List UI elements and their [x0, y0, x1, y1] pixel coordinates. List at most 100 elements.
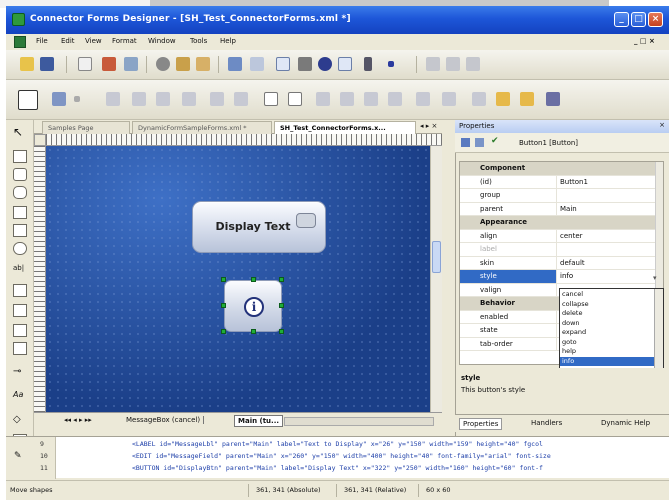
order-back-icon[interactable] — [442, 92, 456, 106]
page-tab-messagebox[interactable]: MessageBox (cancel) — [126, 416, 205, 424]
same-width-icon[interactable] — [264, 92, 278, 106]
tab-dynamic-forms[interactable]: DynamicFormSampleForms.xml * — [132, 121, 272, 134]
category-component[interactable]: Component — [460, 162, 663, 176]
page-tab-main[interactable]: Main (tu... — [234, 415, 284, 427]
menu-file[interactable]: File — [36, 37, 48, 45]
text-tool-icon[interactable]: Aa — [13, 390, 27, 403]
tab-dynamic-help[interactable]: Dynamic Help — [601, 419, 650, 427]
align-bottom-icon[interactable] — [234, 92, 248, 106]
image-tool-icon[interactable] — [13, 342, 27, 355]
object-selector[interactable]: ✔ Button1 [Button] — [455, 133, 669, 153]
align-left-icon[interactable] — [106, 92, 120, 106]
canvas-horizontal-scrollbar[interactable] — [284, 417, 434, 426]
color-fill-icon[interactable] — [496, 92, 510, 106]
tab-scroll-arrows[interactable]: ◂ ▸ × — [420, 122, 437, 130]
property-row[interactable]: group — [460, 189, 663, 203]
resize-handle[interactable] — [251, 329, 256, 334]
snap-grid-icon[interactable] — [276, 57, 290, 71]
resize-handle[interactable] — [279, 303, 284, 308]
play-icon[interactable] — [364, 57, 372, 71]
menu-tools[interactable]: Tools — [190, 37, 207, 45]
round-button-tool-icon[interactable] — [13, 186, 27, 199]
redo-icon[interactable] — [250, 57, 264, 71]
space-vertical-icon[interactable] — [340, 92, 354, 106]
edit-tool-icon[interactable] — [13, 206, 27, 219]
align-right-icon[interactable] — [156, 92, 170, 106]
menu-view[interactable]: View — [85, 37, 102, 45]
maximize-button[interactable]: □ — [631, 12, 646, 27]
arrow-left-icon[interactable] — [426, 57, 440, 71]
undo-icon[interactable] — [228, 57, 242, 71]
option-delete[interactable]: delete — [560, 309, 656, 318]
combo-tool-icon[interactable] — [13, 304, 27, 317]
slider-tool-icon[interactable]: ⊸ — [13, 366, 27, 379]
brush-icon[interactable] — [546, 92, 560, 106]
checkbox-tool-icon[interactable] — [13, 224, 27, 237]
property-row[interactable]: (id) Button1 — [460, 175, 663, 189]
resize-handle[interactable] — [221, 277, 226, 282]
title-bar[interactable]: Connector Forms Designer - [SH_Test_Conn… — [6, 6, 669, 34]
layer-icon[interactable] — [52, 92, 66, 106]
tab-sh-test[interactable]: SH_Test_ConnectorForms.x... — [274, 121, 416, 134]
help-circle-icon[interactable] — [318, 57, 332, 71]
alphabetical-icon[interactable] — [475, 138, 484, 147]
button-tool-icon[interactable] — [13, 168, 27, 181]
option-down[interactable]: down — [560, 319, 656, 328]
bullet-icon[interactable] — [74, 96, 80, 102]
categorized-icon[interactable] — [461, 138, 470, 147]
page-nav-icon[interactable] — [466, 57, 480, 71]
preview-icon[interactable] — [124, 57, 138, 71]
option-cancel[interactable]: cancel — [560, 290, 656, 299]
resize-handle[interactable] — [221, 329, 226, 334]
option-info[interactable]: info — [560, 356, 656, 366]
new-page-icon[interactable] — [78, 57, 92, 71]
abl-tool-icon[interactable]: ab| — [13, 264, 27, 277]
menu-help[interactable]: Help — [220, 37, 236, 45]
dropdown-scrollbar[interactable] — [654, 289, 663, 373]
copy-icon[interactable] — [176, 57, 190, 71]
code-view[interactable]: ✎ 9 10 11 <LABEL id="MessageLbl" parent=… — [6, 436, 669, 479]
open-folder-icon[interactable] — [20, 57, 34, 71]
align-top-icon[interactable] — [182, 92, 196, 106]
property-row[interactable]: parent Main — [460, 202, 663, 216]
property-row[interactable]: align center — [460, 229, 663, 243]
same-height-icon[interactable] — [288, 92, 302, 106]
align-center-icon[interactable] — [132, 92, 146, 106]
pointer-arrow-icon[interactable]: ↖ — [13, 126, 27, 139]
menu-window[interactable]: Window — [148, 37, 176, 45]
option-goto[interactable]: goto — [560, 338, 656, 347]
option-help[interactable]: help — [560, 347, 656, 356]
page-nav-arrows[interactable]: ◂◂ ◂ ▸ ▸▸ — [64, 416, 92, 424]
option-expand[interactable]: expand — [560, 328, 656, 337]
space-horizontal-icon[interactable] — [316, 92, 330, 106]
properties-close-icon[interactable]: × — [659, 121, 665, 129]
color-line-icon[interactable] — [520, 92, 534, 106]
category-appearance[interactable]: Appearance — [460, 216, 663, 230]
property-row[interactable]: label — [460, 243, 663, 257]
style-dropdown-list[interactable]: cancel collapse delete down expand goto … — [559, 288, 664, 374]
pointer-tool-icon[interactable] — [18, 90, 38, 110]
tools-icon[interactable] — [298, 57, 312, 71]
stop-icon[interactable] — [388, 61, 394, 67]
arrow-right-icon[interactable] — [446, 57, 460, 71]
close-button[interactable]: × — [648, 12, 663, 27]
mdi-restore-icon[interactable]: _ □ × — [634, 37, 655, 45]
property-row-style[interactable]: style info — [460, 270, 663, 284]
property-row[interactable]: skin default — [460, 256, 663, 270]
tab-handlers[interactable]: Handlers — [531, 419, 562, 427]
option-collapse[interactable]: collapse — [560, 300, 656, 309]
import-icon[interactable] — [102, 57, 116, 71]
cut-icon[interactable] — [156, 57, 170, 71]
minimize-button[interactable]: _ — [614, 12, 629, 27]
menu-format[interactable]: Format — [112, 37, 137, 45]
resize-handle[interactable] — [279, 277, 284, 282]
resize-handle[interactable] — [279, 329, 284, 334]
style-dropdown-arrow-icon[interactable]: ▾ — [653, 274, 663, 284]
group-icon[interactable] — [472, 92, 486, 106]
align-middle-icon[interactable] — [210, 92, 224, 106]
tab-samples-page[interactable]: Samples Page — [42, 121, 130, 134]
label-tool-icon[interactable] — [13, 150, 27, 163]
paste-icon[interactable] — [196, 57, 210, 71]
tab-properties[interactable]: Properties — [459, 418, 503, 430]
radio-tool-icon[interactable] — [13, 242, 27, 255]
